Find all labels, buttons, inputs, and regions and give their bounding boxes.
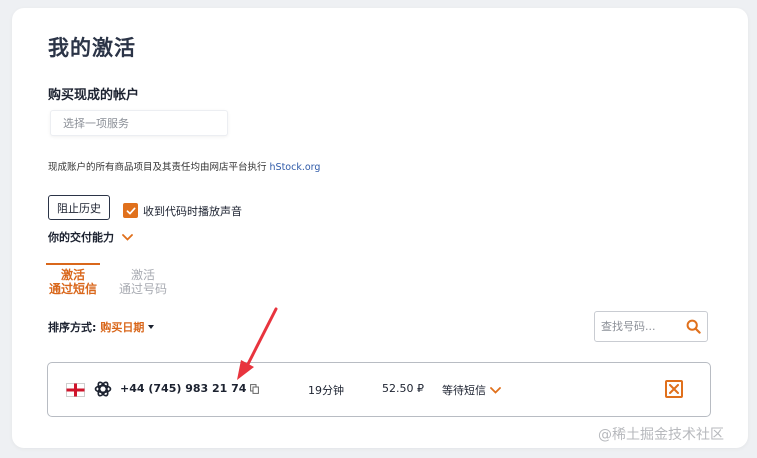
tab-activation-sms[interactable]: 激活 通过短信 [46, 263, 100, 296]
buy-accounts-heading: 购买现成的帐户 [48, 88, 140, 103]
tab-sms-line2: 通过短信 [48, 282, 97, 296]
sort-label: 排序方式: [48, 321, 97, 334]
uk-flag-icon [66, 383, 85, 397]
disclaimer-text: 现成账户的所有商品项目及其责任均由网店平台执行 hStock.org [48, 159, 320, 173]
sound-checkbox[interactable] [123, 203, 138, 218]
hstock-link[interactable]: hStock.org [270, 162, 321, 173]
delivery-capacity-toggle[interactable]: 你的交付能力 [48, 229, 133, 245]
search-input[interactable] [595, 312, 681, 341]
service-select-input[interactable] [50, 110, 228, 136]
chevron-down-icon [490, 386, 501, 394]
caret-down-icon [148, 325, 155, 329]
checkmark-icon [126, 207, 135, 214]
openai-icon [94, 381, 112, 397]
phone-number-text: +44 (745) 983 21 74 [120, 382, 247, 395]
block-history-button[interactable]: 阻止历史 [48, 195, 110, 220]
tab-number-line2: 通过号码 [118, 282, 167, 296]
activation-price: 52.50 ₽ [382, 382, 424, 395]
tab-sms-line1: 激活 [60, 268, 85, 282]
activation-duration: 19分钟 [308, 384, 344, 397]
delivery-capacity-label: 你的交付能力 [48, 231, 114, 244]
disclaimer-body: 现成账户的所有商品项目及其责任均由网店平台执行 [48, 162, 270, 173]
sound-checkbox-label[interactable]: 收到代码时播放声音 [143, 203, 242, 219]
search-icon[interactable] [686, 319, 701, 334]
phone-number: +44 (745) 983 21 74 [120, 382, 260, 395]
copy-icon[interactable] [250, 383, 260, 394]
activation-row: +44 (745) 983 21 74 19分钟 52.50 ₽ 等待短信 [47, 362, 711, 417]
close-icon [669, 384, 679, 394]
activations-card: 我的激活 购买现成的帐户 现成账户的所有商品项目及其责任均由网店平台执行 hSt… [12, 8, 748, 448]
cancel-activation-button[interactable] [665, 380, 683, 398]
activation-status-text: 等待短信 [442, 384, 486, 397]
activation-status[interactable]: 等待短信 [442, 382, 501, 398]
search-box [594, 311, 708, 342]
sort-value[interactable]: 购买日期 [100, 319, 144, 335]
tab-number-line1: 激活 [130, 268, 155, 282]
page-title: 我的激活 [48, 36, 136, 60]
tab-activation-number[interactable]: 激活 通过号码 [116, 263, 170, 296]
watermark: @稀土掘金技术社区 [598, 427, 724, 443]
chevron-down-icon [122, 233, 133, 241]
sort-control[interactable]: 排序方式: 购买日期 [48, 319, 155, 335]
